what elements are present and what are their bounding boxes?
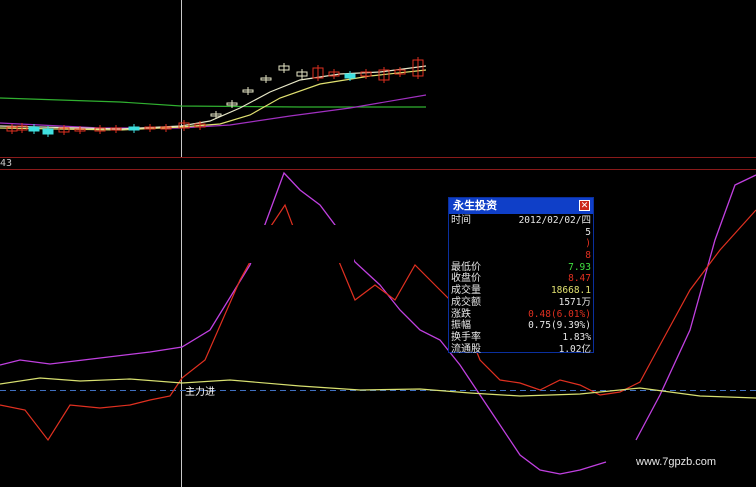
popup-row-key: 收盘价 (451, 273, 481, 285)
blank-area (186, 225, 354, 263)
popup-row: 涨跌 0.48(6.01%) (451, 309, 591, 321)
popup-row-value: 0.48(6.01%) (528, 308, 591, 320)
candle-body (28, 126, 40, 132)
popup-row: 最低价 7.93 (451, 262, 591, 274)
indicator-label: 主力进 (185, 387, 215, 398)
popup-row: 收盘价 8.47 (451, 273, 591, 285)
popup-row-key: 涨跌 (451, 308, 471, 320)
popup-row-value: 2012/02/02/四 (518, 215, 591, 226)
close-icon[interactable]: ✕ (579, 200, 590, 211)
popup-row-value: ) (585, 238, 591, 250)
popup-title-bar[interactable]: 永生投资 ✕ (449, 198, 593, 214)
popup-row: ) (451, 238, 591, 250)
candle-body (344, 73, 356, 79)
popup-row-value: 8.47 (568, 273, 591, 285)
popup-title: 永生投资 (453, 199, 497, 212)
popup-row: 时间 2012/02/02/四 (451, 215, 591, 227)
ma-line-white (0, 65, 427, 130)
popup-row: 成交量 18668.1 (451, 285, 591, 297)
popup-row-value: 1.83% (562, 331, 591, 343)
popup-row-value: 5 (585, 226, 591, 238)
popup-row: 流通股 1.02亿 (451, 344, 591, 356)
popup-row: 振幅 0.75(9.39%) (451, 320, 591, 332)
popup-row-key: 流通股 (451, 343, 481, 355)
stock-chart-window: { "axis_label": "43", "indicator_label":… (0, 0, 756, 487)
chart-canvas[interactable] (0, 0, 756, 487)
popup-row: 换手率 1.83% (451, 332, 591, 344)
axis-value-label: 43 (0, 158, 13, 169)
indicator-line-yellow (0, 377, 756, 399)
popup-row-key: 成交量 (451, 285, 481, 297)
popup-row: 5 (451, 227, 591, 239)
popup-row-value: 18668.1 (550, 285, 591, 297)
stock-info-popup[interactable]: 永生投资 ✕ 时间 2012/02/02/四 5) 8 最低价 7.93 收盘价 8.47 成交… (448, 197, 594, 355)
popup-row-key: 成交额 (451, 296, 481, 308)
candle-body (42, 128, 54, 135)
popup-row-value: 7.93 (568, 261, 591, 273)
popup-row-value: 1571万 (558, 296, 591, 308)
popup-rows: 时间 2012/02/02/四 5) 8 最低价 7.93 收盘价 8.47 成交量 18668.… (449, 214, 593, 355)
popup-row-key: 振幅 (451, 320, 471, 332)
popup-row: 成交额 1571万 (451, 297, 591, 309)
popup-row: 8 (451, 250, 591, 262)
candle-body (128, 126, 140, 131)
popup-row-value: 8 (585, 250, 591, 262)
popup-row-value: 1.02亿 (558, 343, 591, 355)
popup-row-key: 最低价 (451, 261, 481, 273)
watermark: www.7gpzb.com (636, 456, 717, 468)
indicator-line-red (0, 203, 756, 442)
popup-row-value: 0.75(9.39%) (528, 320, 591, 332)
popup-row-key: 换手率 (451, 331, 481, 343)
indicator-line-magenta-right (635, 174, 756, 441)
popup-row-key: 时间 (451, 215, 471, 226)
